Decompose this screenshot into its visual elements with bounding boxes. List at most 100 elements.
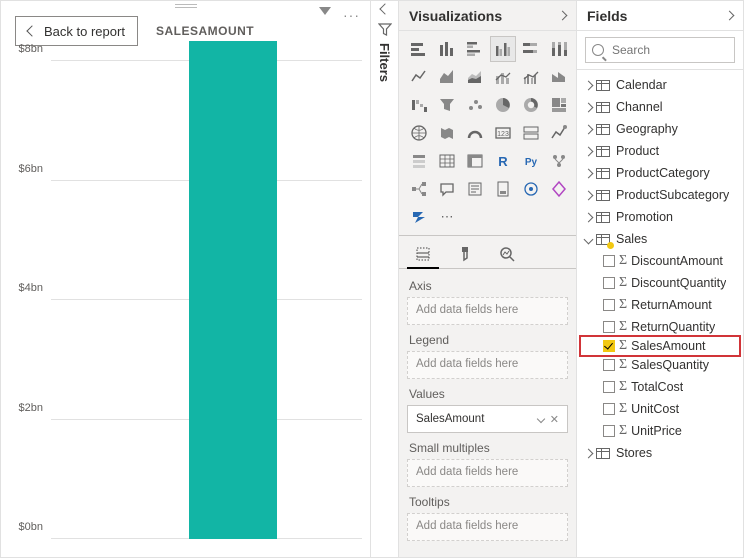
decomposition-tree-icon[interactable] <box>407 177 431 201</box>
table-row[interactable]: Product <box>581 140 739 162</box>
power-apps-icon[interactable] <box>547 177 571 201</box>
format-tab[interactable] <box>453 242 477 266</box>
fields-tab[interactable] <box>411 242 435 266</box>
table-row[interactable]: ProductCategory <box>581 162 739 184</box>
multirow-card-icon[interactable] <box>519 121 543 145</box>
legend-well[interactable]: Add data fields here <box>407 351 568 379</box>
table-icon[interactable] <box>435 149 459 173</box>
table-row[interactable]: Stores <box>581 442 739 464</box>
more-visuals-icon[interactable]: ⋯ <box>435 205 459 229</box>
field-checkbox[interactable] <box>603 340 615 352</box>
filled-map-icon[interactable] <box>435 121 459 145</box>
visual-header-icons: ··· <box>319 7 360 23</box>
slicer-icon[interactable] <box>407 149 431 173</box>
chevron-down-icon[interactable] <box>537 415 545 423</box>
power-automate-icon[interactable] <box>407 205 431 229</box>
field-row[interactable]: ΣReturnAmount <box>581 294 739 316</box>
values-well[interactable]: SalesAmount ✕ <box>407 405 568 433</box>
bar[interactable] <box>189 41 277 539</box>
field-row[interactable]: ΣUnitPrice <box>581 420 739 442</box>
back-to-report-label: Back to report <box>44 24 125 39</box>
line-chart-icon[interactable] <box>407 65 431 89</box>
report-header: Back to report SALESAMOUNT <box>1 1 370 61</box>
chevron-right-icon[interactable] <box>558 11 568 21</box>
key-influencers-icon[interactable] <box>547 149 571 173</box>
ribbon-chart-icon[interactable] <box>547 65 571 89</box>
drag-handle-icon[interactable] <box>175 4 197 8</box>
field-row[interactable]: ΣUnitCost <box>581 398 739 420</box>
small-multiples-well[interactable]: Add data fields here <box>407 459 568 487</box>
filters-pane-collapsed[interactable]: Filters <box>371 1 399 557</box>
field-checkbox[interactable] <box>603 299 615 311</box>
waterfall-icon[interactable] <box>407 93 431 117</box>
donut-chart-icon[interactable] <box>519 93 543 117</box>
table-row[interactable]: Promotion <box>581 206 739 228</box>
chevron-right-icon[interactable] <box>725 11 735 21</box>
card-icon[interactable]: 123 <box>491 121 515 145</box>
field-checkbox[interactable] <box>603 425 615 437</box>
filter-icon[interactable] <box>319 7 333 21</box>
field-checkbox[interactable] <box>603 359 615 371</box>
field-row[interactable]: ΣDiscountAmount <box>581 250 739 272</box>
analytics-tab[interactable] <box>495 242 519 266</box>
area-chart-icon[interactable] <box>435 65 459 89</box>
funnel-chart-icon[interactable] <box>435 93 459 117</box>
gauge-icon[interactable] <box>463 121 487 145</box>
clustered-bar-icon[interactable] <box>463 37 487 61</box>
fields-title: Fields <box>587 8 627 24</box>
arcgis-map-icon[interactable] <box>519 177 543 201</box>
field-checkbox[interactable] <box>603 255 615 267</box>
table-label: Stores <box>616 446 652 460</box>
stacked-column-icon[interactable] <box>435 37 459 61</box>
axis-well[interactable]: Add data fields here <box>407 297 568 325</box>
viz-property-tabs <box>399 235 576 269</box>
field-label: ReturnQuantity <box>631 320 715 334</box>
map-icon[interactable] <box>407 121 431 145</box>
stacked-bar-100-icon[interactable] <box>519 37 543 61</box>
line-clustered-column-icon[interactable] <box>519 65 543 89</box>
scatter-icon[interactable] <box>463 93 487 117</box>
tooltips-well[interactable]: Add data fields here <box>407 513 568 541</box>
stacked-area-icon[interactable] <box>463 65 487 89</box>
table-row[interactable]: Geography <box>581 118 739 140</box>
field-label: DiscountAmount <box>631 254 723 268</box>
field-row[interactable]: ΣTotalCost <box>581 376 739 398</box>
table-row[interactable]: Channel <box>581 96 739 118</box>
chevron-icon <box>584 190 594 200</box>
table-row[interactable]: Calendar <box>581 74 739 96</box>
fields-header: Fields <box>577 1 743 31</box>
chevron-icon <box>584 168 594 178</box>
smart-narrative-icon[interactable] <box>463 177 487 201</box>
line-stacked-column-icon[interactable] <box>491 65 515 89</box>
more-options-icon[interactable]: ··· <box>343 7 360 23</box>
remove-field-icon[interactable]: ✕ <box>550 413 559 426</box>
back-to-report-button[interactable]: Back to report <box>15 16 138 46</box>
r-visual-icon[interactable]: R <box>491 149 515 173</box>
table-row[interactable]: Sales <box>581 228 739 250</box>
plot-area <box>51 61 362 539</box>
table-row[interactable]: ProductSubcategory <box>581 184 739 206</box>
field-checkbox[interactable] <box>603 381 615 393</box>
stacked-bar-icon[interactable] <box>407 37 431 61</box>
python-visual-icon[interactable]: Py <box>519 149 543 173</box>
search-input[interactable] <box>585 37 735 63</box>
sigma-icon: Σ <box>619 423 627 439</box>
table-label: ProductSubcategory <box>616 188 729 202</box>
field-checkbox[interactable] <box>603 403 615 415</box>
field-label: DiscountQuantity <box>631 276 726 290</box>
stacked-column-100-icon[interactable] <box>547 37 571 61</box>
field-checkbox[interactable] <box>603 277 615 289</box>
matrix-icon[interactable] <box>463 149 487 173</box>
qa-visual-icon[interactable] <box>435 177 459 201</box>
y-tick: $2bn <box>19 402 43 414</box>
paginated-report-icon[interactable] <box>491 177 515 201</box>
field-row[interactable]: ΣSalesQuantity <box>581 354 739 376</box>
fields-tree: CalendarChannelGeographyProductProductCa… <box>577 70 743 468</box>
pie-chart-icon[interactable] <box>491 93 515 117</box>
kpi-icon[interactable] <box>547 121 571 145</box>
field-checkbox[interactable] <box>603 321 615 333</box>
field-row[interactable]: ΣDiscountQuantity <box>581 272 739 294</box>
field-wells: Axis Add data fields here Legend Add dat… <box>399 269 576 551</box>
treemap-icon[interactable] <box>547 93 571 117</box>
clustered-column-icon[interactable] <box>491 37 515 61</box>
